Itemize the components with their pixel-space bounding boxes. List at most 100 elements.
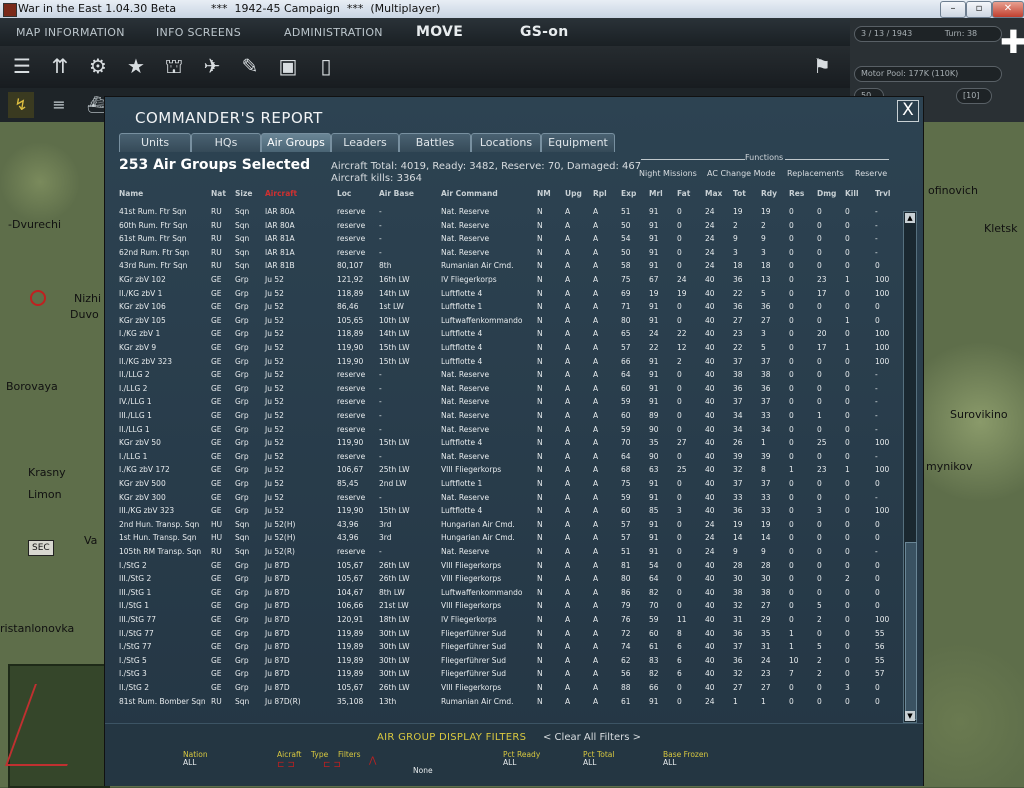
table-row[interactable]: IV./LLG 1 GE Grp Ju 52 reserve - Nat. Reserve N… [109, 395, 899, 409]
col-upg[interactable]: A [565, 205, 570, 219]
table-row[interactable]: III./StG 77 GE Grp Ju 87D 120,91 18th LW IV Fl… [109, 613, 899, 627]
table-row[interactable]: I./KG zbV 1 GE Grp Ju 52 118,89 14th LW Luftfl… [109, 327, 899, 341]
aircraft-icon[interactable]: ✈ [198, 52, 226, 80]
bunker-icon[interactable]: ⛫ [160, 52, 188, 80]
col-upg[interactable]: A [565, 395, 570, 409]
col-upg[interactable]: A [565, 613, 570, 627]
col-upg[interactable]: A [565, 314, 570, 328]
table-row[interactable]: KGr zbV 300 GE Grp Ju 52 reserve - Nat. Reserv… [109, 491, 899, 505]
table-row[interactable]: I./KG zbV 172 GE Grp Ju 52 106,67 25th LW VIII… [109, 463, 899, 477]
sec-unit-counter[interactable]: SEC [28, 540, 54, 556]
col-nm[interactable]: N [537, 504, 543, 518]
col-nm[interactable]: N [537, 232, 543, 246]
table-row[interactable]: 61st Rum. Ftr Sqn RU Sqn IAR 81A reserve - Nat… [109, 232, 899, 246]
tab-info-screens[interactable]: INFO SCREENS [156, 26, 241, 39]
col-nm[interactable]: N [537, 491, 543, 505]
col-upg[interactable]: A [565, 436, 570, 450]
col-upg[interactable]: A [565, 341, 570, 355]
col-rpl[interactable]: A [593, 627, 598, 641]
col-nm[interactable]: N [537, 667, 543, 681]
table-row[interactable]: III./LLG 1 GE Grp Ju 52 reserve - Nat. Reserve… [109, 409, 899, 423]
table-row[interactable]: 81st Rum. Bomber Sqn RU Sqn Ju 87D(R) 35,108… [109, 695, 899, 709]
col-rpl[interactable]: A [593, 586, 598, 600]
col-rpl[interactable]: A [593, 450, 598, 464]
table-row[interactable]: III./KG zbV 323 GE Grp Ju 52 119,90 15th LW Lu… [109, 504, 899, 518]
col-rpl[interactable]: A [593, 640, 598, 654]
scroll-down-icon[interactable]: ▼ [905, 711, 915, 721]
header-rdy[interactable]: Rdy [761, 189, 777, 198]
col-nm[interactable]: N [537, 219, 543, 233]
col-rpl[interactable]: A [593, 545, 598, 559]
col-upg[interactable]: A [565, 518, 570, 532]
table-row[interactable]: II./StG 1 GE Grp Ju 87D 106,66 21st LW VIII Fl… [109, 599, 899, 613]
header-rpl[interactable]: Rpl [593, 189, 607, 198]
header-exp[interactable]: Exp [621, 189, 636, 198]
col-upg[interactable]: A [565, 232, 570, 246]
col-nm[interactable]: N [537, 368, 543, 382]
col-nm[interactable]: N [537, 273, 543, 287]
table-row[interactable]: 41st Rum. Ftr Sqn RU Sqn IAR 80A reserve - Nat… [109, 205, 899, 219]
type-filter-toggle-icon[interactable]: ⊏ ⊐ [323, 760, 341, 770]
col-nm[interactable]: N [537, 572, 543, 586]
table-row[interactable]: 60th Rum. Ftr Sqn RU Sqn IAR 80A reserve - Nat… [109, 219, 899, 233]
col-upg[interactable]: A [565, 219, 570, 233]
header-air-base[interactable]: Air Base [379, 189, 414, 198]
col-nm[interactable]: N [537, 695, 543, 709]
clear-filters-button[interactable]: < Clear All Filters > [543, 732, 641, 743]
scroll-up-icon[interactable]: ▲ [905, 213, 915, 223]
col-nm[interactable]: N [537, 395, 543, 409]
col-rpl[interactable]: A [593, 273, 598, 287]
col-upg[interactable]: A [565, 545, 570, 559]
header-upg[interactable]: Upg [565, 189, 582, 198]
table-row[interactable]: I./LLG 2 GE Grp Ju 52 reserve - Nat. Reserve N A… [109, 382, 899, 396]
list-scrollbar[interactable]: ▲ ▼ [903, 211, 917, 723]
header-size[interactable]: Size [235, 189, 252, 198]
col-rpl[interactable]: A [593, 491, 598, 505]
bomb-icon[interactable]: ✎ [236, 52, 264, 80]
arrows-up-icon[interactable]: ⇈ [46, 52, 74, 80]
aircraft-filter-toggle-icon[interactable]: ⊏ ⊐ [277, 760, 295, 770]
function-night-missions[interactable]: Night Missions [639, 169, 697, 178]
table-row[interactable]: II./StG 77 GE Grp Ju 87D 119,89 30th LW Fliege… [109, 627, 899, 641]
col-nm[interactable]: N [537, 640, 543, 654]
scroll-thumb[interactable] [905, 542, 917, 720]
header-max[interactable]: Max [705, 189, 722, 198]
col-rpl[interactable]: A [593, 654, 598, 668]
fuel-can-icon[interactable]: ▣ [274, 52, 302, 80]
header-res[interactable]: Res [789, 189, 804, 198]
table-row[interactable]: I./StG 5 GE Grp Ju 87D 119,89 30th LW Fliegerf… [109, 654, 899, 668]
header-trvl[interactable]: Trvl [875, 189, 890, 198]
col-nm[interactable]: N [537, 450, 543, 464]
tab-air-groups[interactable]: Air Groups [261, 133, 331, 152]
table-row[interactable]: KGr zbV 9 GE Grp Ju 52 119,90 15th LW Luftflot… [109, 341, 899, 355]
nation-filter-value[interactable]: ALL [183, 758, 197, 767]
col-upg[interactable]: A [565, 463, 570, 477]
flag-icon[interactable]: ⚑ [808, 52, 836, 80]
col-nm[interactable]: N [537, 300, 543, 314]
filters-value[interactable]: None [413, 766, 433, 775]
col-rpl[interactable]: A [593, 232, 598, 246]
minimap[interactable] [5, 664, 110, 788]
header-kill[interactable]: Kill [845, 189, 859, 198]
objective-marker-icon[interactable] [30, 290, 46, 306]
col-rpl[interactable]: A [593, 423, 598, 437]
col-nm[interactable]: N [537, 314, 543, 328]
col-rpl[interactable]: A [593, 327, 598, 341]
header-aircraft[interactable]: Aircraft [265, 189, 297, 198]
table-row[interactable]: I./StG 77 GE Grp Ju 87D 119,89 30th LW Flieger… [109, 640, 899, 654]
unit-move-icon[interactable]: ↯ [8, 92, 34, 118]
col-upg[interactable]: A [565, 695, 570, 709]
col-nm[interactable]: N [537, 205, 543, 219]
star-icon[interactable]: ★ [122, 52, 150, 80]
col-upg[interactable]: A [565, 382, 570, 396]
col-nm[interactable]: N [537, 355, 543, 369]
pct-total-value[interactable]: ALL [583, 758, 597, 767]
function-ac-change-mode[interactable]: AC Change Mode [707, 169, 775, 178]
table-row[interactable]: I./LLG 1 GE Grp Ju 52 reserve - Nat. Reserve N A… [109, 450, 899, 464]
table-row[interactable]: 62nd Rum. Ftr Sqn RU Sqn IAR 81A reserve - Nat… [109, 246, 899, 260]
gear-icon[interactable]: ⚙ [84, 52, 112, 80]
header-tot[interactable]: Tot [733, 189, 746, 198]
col-rpl[interactable]: A [593, 695, 598, 709]
col-upg[interactable]: A [565, 586, 570, 600]
col-nm[interactable]: N [537, 586, 543, 600]
